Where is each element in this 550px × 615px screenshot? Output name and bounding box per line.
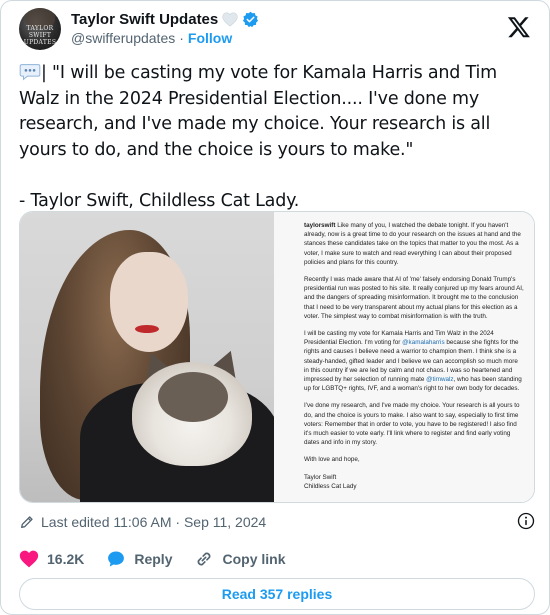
statement-handle: taylorswift bbox=[304, 222, 336, 229]
statement-mention-timwalz: @timwalz bbox=[426, 376, 454, 384]
statement-paragraph-5: With love and hope, bbox=[304, 456, 360, 464]
like-button[interactable]: 16.2K bbox=[19, 549, 84, 569]
statement-signature-title: Childless Cat Lady bbox=[304, 482, 357, 490]
tweet-card: TAYLOR SWIFT UPDATES Taylor Swift Update… bbox=[0, 0, 550, 615]
reply-button[interactable]: Reply bbox=[106, 549, 172, 569]
read-replies-button[interactable]: Read 357 replies bbox=[19, 578, 535, 610]
tweet-actions: 16.2K Reply Copy link bbox=[19, 546, 308, 572]
statement-paragraph-3: I will be casting my vote for Kamala Har… bbox=[304, 329, 524, 393]
white-heart-icon bbox=[222, 12, 238, 27]
verified-badge-icon bbox=[243, 11, 259, 28]
statement-paragraph-4: I've done my research, and I've made my … bbox=[304, 402, 520, 447]
like-count: 16.2K bbox=[47, 551, 85, 567]
user-handle[interactable]: @swifferupdates bbox=[71, 29, 175, 48]
x-logo-icon[interactable] bbox=[507, 15, 531, 39]
statement-paragraph-2: Recently I was made aware that AI of 'me… bbox=[304, 276, 524, 320]
avatar-text: TAYLOR SWIFT UPDATES bbox=[23, 25, 57, 46]
pencil-icon bbox=[21, 516, 33, 528]
statement-p1-text: Like many of you, I watched the debate t… bbox=[304, 222, 521, 266]
statement-paragraph-1: taylorswift Like many of you, I watched … bbox=[304, 221, 524, 267]
copy-link-button[interactable]: Copy link bbox=[194, 549, 286, 569]
author-handle-row: @swifferupdates · Follow bbox=[71, 29, 259, 48]
photo-face bbox=[110, 252, 188, 352]
tweet-meta: Last edited 11:06 AM · Sep 11, 2024 bbox=[19, 510, 535, 534]
author-block: Taylor Swift Updates @swifferupdates · F… bbox=[71, 10, 259, 48]
heart-icon bbox=[19, 550, 39, 568]
follow-button[interactable]: Follow bbox=[188, 29, 232, 48]
tweet-text: | "I will be casting my vote for Kamala … bbox=[19, 61, 539, 214]
avatar[interactable]: TAYLOR SWIFT UPDATES bbox=[19, 8, 61, 50]
photo-lips bbox=[135, 325, 159, 333]
statement-signature-name: Taylor Swift bbox=[304, 473, 337, 481]
tweet-media[interactable]: taylorswift Like many of you, I watched … bbox=[19, 211, 535, 503]
display-name[interactable]: Taylor Swift Updates bbox=[71, 10, 218, 29]
speech-balloon-icon bbox=[19, 64, 41, 81]
info-icon[interactable] bbox=[517, 512, 535, 530]
edited-timestamp[interactable]: Last edited 11:06 AM · Sep 11, 2024 bbox=[41, 514, 266, 530]
reply-label: Reply bbox=[134, 551, 173, 567]
media-photo[interactable] bbox=[20, 212, 274, 502]
reply-icon bbox=[108, 551, 125, 567]
photo-cat-mask bbox=[158, 372, 228, 422]
tweet-header: TAYLOR SWIFT UPDATES Taylor Swift Update… bbox=[19, 7, 535, 51]
media-statement[interactable]: taylorswift Like many of you, I watched … bbox=[274, 212, 534, 502]
separator-dot: · bbox=[179, 30, 184, 46]
link-icon bbox=[198, 552, 211, 566]
statement-mention-kamalaharris: @kamalaharris bbox=[402, 339, 445, 347]
author-name-row: Taylor Swift Updates bbox=[71, 10, 259, 29]
tweet-body: | "I will be casting my vote for Kamala … bbox=[19, 63, 497, 211]
copy-link-label: Copy link bbox=[222, 551, 286, 567]
